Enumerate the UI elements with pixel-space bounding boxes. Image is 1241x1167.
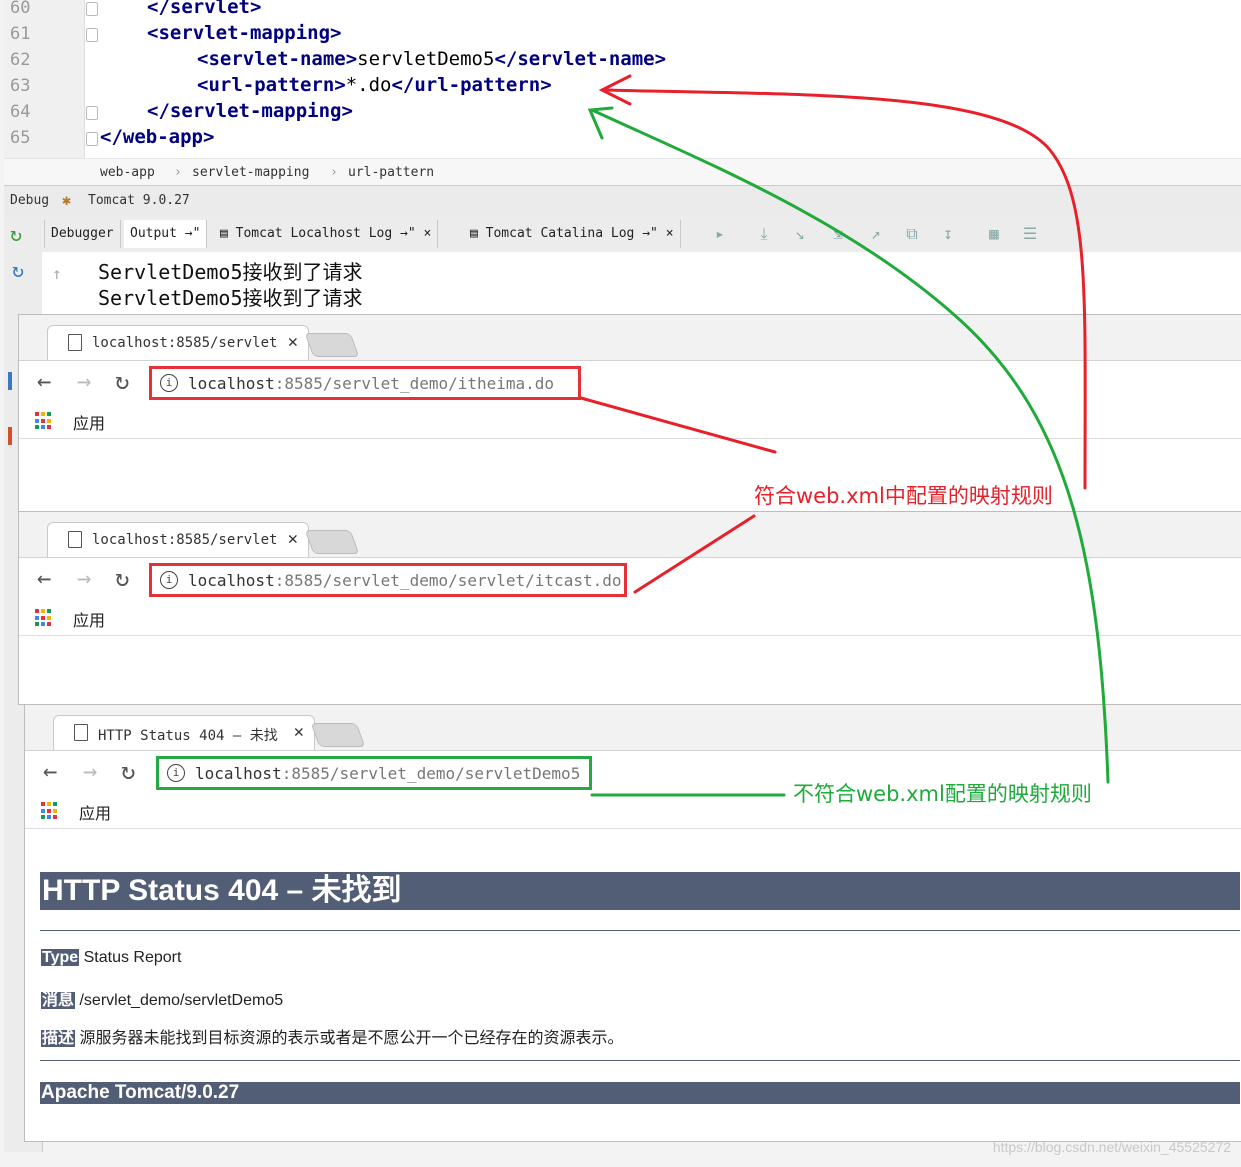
green-arrow	[590, 108, 1110, 784]
annotation-match: 符合web.xml中配置的映射规则	[754, 484, 1053, 508]
annotation-nomatch: 不符合web.xml配置的映射规则	[793, 782, 1092, 806]
red-pointer-line	[633, 514, 756, 594]
watermark: https://blog.csdn.net/weixin_45525272	[992, 1139, 1231, 1155]
annotation-overlay	[579, 74, 1110, 797]
red-pointer-line	[579, 396, 777, 454]
